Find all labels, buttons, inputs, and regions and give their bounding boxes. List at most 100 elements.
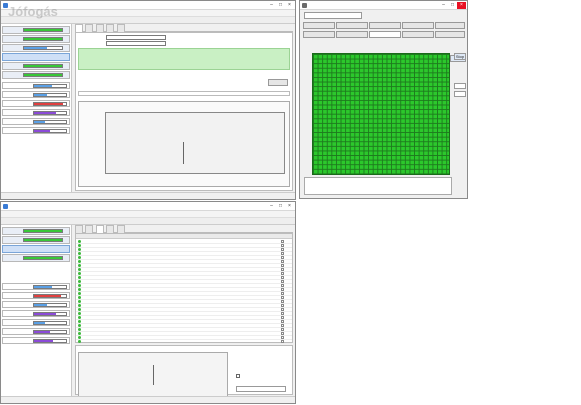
row-checkbox[interactable] bbox=[281, 320, 284, 323]
tab-smart[interactable] bbox=[95, 24, 104, 32]
row-checkbox[interactable] bbox=[281, 296, 284, 299]
row-checkbox[interactable] bbox=[281, 308, 284, 311]
row-checkbox[interactable] bbox=[281, 328, 284, 331]
row-checkbox[interactable] bbox=[281, 264, 284, 267]
row-checkbox[interactable] bbox=[281, 268, 284, 271]
volume-item[interactable] bbox=[2, 109, 70, 116]
row-checkbox[interactable] bbox=[281, 260, 284, 263]
app-icon bbox=[3, 204, 8, 209]
volume-item[interactable] bbox=[2, 82, 70, 89]
tool-button[interactable] bbox=[369, 22, 401, 29]
drive-item[interactable] bbox=[2, 26, 70, 34]
maximize-button[interactable]: □ bbox=[276, 2, 285, 9]
attribute-graph-select[interactable] bbox=[236, 386, 286, 392]
hard-disk-sentinel-window-bottom: – □ × bbox=[0, 201, 296, 404]
tool-button[interactable] bbox=[402, 22, 434, 29]
show-values-checkbox[interactable] bbox=[236, 374, 240, 378]
volume-item[interactable] bbox=[2, 337, 70, 344]
attribute-details bbox=[236, 352, 290, 372]
tab-temperature[interactable] bbox=[85, 24, 94, 32]
menu-bar bbox=[1, 211, 295, 218]
row-checkbox[interactable] bbox=[281, 288, 284, 291]
volume-item[interactable] bbox=[2, 328, 70, 335]
row-checkbox[interactable] bbox=[281, 324, 284, 327]
tab-log[interactable] bbox=[116, 24, 125, 32]
minimize-button[interactable]: – bbox=[439, 2, 448, 9]
row-checkbox[interactable] bbox=[281, 300, 284, 303]
tab-overview[interactable] bbox=[75, 225, 83, 233]
row-checkbox[interactable] bbox=[281, 276, 284, 279]
drive-item[interactable] bbox=[2, 71, 70, 79]
row-checkbox[interactable] bbox=[281, 248, 284, 251]
row-checkbox[interactable] bbox=[281, 340, 284, 343]
volume-item[interactable] bbox=[2, 310, 70, 317]
status-ok-icon bbox=[78, 284, 81, 287]
drive-item[interactable] bbox=[2, 254, 70, 262]
row-checkbox[interactable] bbox=[281, 284, 284, 287]
minimize-button[interactable]: – bbox=[267, 2, 276, 9]
volume-item[interactable] bbox=[2, 100, 70, 107]
status-ok-icon bbox=[78, 312, 81, 315]
smart-table bbox=[75, 233, 293, 344]
close-button[interactable]: × bbox=[457, 2, 466, 9]
row-checkbox[interactable] bbox=[281, 332, 284, 335]
comment-field[interactable] bbox=[78, 91, 290, 96]
minimize-button[interactable]: – bbox=[267, 203, 276, 210]
tool-button-active[interactable] bbox=[369, 31, 401, 38]
drive-item[interactable] bbox=[2, 35, 70, 43]
tool-button[interactable] bbox=[303, 22, 335, 29]
tool-button[interactable] bbox=[435, 31, 465, 38]
row-checkbox[interactable] bbox=[281, 252, 284, 255]
volume-item[interactable] bbox=[2, 292, 70, 299]
drive-item[interactable] bbox=[2, 62, 70, 70]
row-checkbox[interactable] bbox=[281, 272, 284, 275]
smart-table-header bbox=[76, 234, 292, 239]
drive-item[interactable] bbox=[2, 236, 70, 244]
row-checkbox[interactable] bbox=[281, 336, 284, 339]
tab-smart[interactable] bbox=[95, 225, 104, 233]
close-button[interactable]: × bbox=[285, 203, 294, 210]
title-bar: – □ × bbox=[1, 202, 295, 211]
close-button[interactable]: × bbox=[285, 2, 294, 9]
volume-item[interactable] bbox=[2, 127, 70, 134]
tool-button[interactable] bbox=[303, 31, 335, 38]
volume-item[interactable] bbox=[2, 283, 70, 290]
drive-select[interactable] bbox=[304, 12, 362, 19]
tab-information[interactable] bbox=[106, 24, 115, 32]
toolbar bbox=[1, 218, 295, 225]
stop-button[interactable]: Stop bbox=[454, 53, 466, 60]
smart-row[interactable] bbox=[76, 340, 292, 344]
drive-item[interactable] bbox=[2, 44, 70, 52]
tool-button[interactable] bbox=[402, 31, 434, 38]
tab-temperature[interactable] bbox=[85, 225, 94, 233]
tool-button[interactable] bbox=[336, 22, 368, 29]
drive-item-selected[interactable] bbox=[2, 245, 70, 253]
end-field[interactable] bbox=[454, 91, 466, 97]
volume-item[interactable] bbox=[2, 319, 70, 326]
tab-log[interactable] bbox=[116, 225, 125, 233]
row-checkbox[interactable] bbox=[281, 244, 284, 247]
row-checkbox[interactable] bbox=[281, 316, 284, 319]
report-button[interactable] bbox=[268, 79, 288, 86]
drive-item-selected[interactable] bbox=[2, 53, 70, 61]
row-checkbox[interactable] bbox=[281, 304, 284, 307]
row-checkbox[interactable] bbox=[281, 292, 284, 295]
tab-information[interactable] bbox=[106, 225, 115, 233]
volume-item[interactable] bbox=[2, 301, 70, 308]
status-ok-icon bbox=[78, 260, 81, 263]
start-field[interactable] bbox=[454, 83, 466, 89]
status-bar bbox=[1, 396, 295, 403]
row-checkbox[interactable] bbox=[281, 280, 284, 283]
drive-item[interactable] bbox=[2, 227, 70, 235]
maximize-button[interactable]: □ bbox=[448, 2, 457, 9]
row-checkbox[interactable] bbox=[281, 240, 284, 243]
watermark: Jófogás bbox=[8, 4, 58, 19]
tool-button[interactable] bbox=[435, 22, 465, 29]
maximize-button[interactable]: □ bbox=[276, 203, 285, 210]
row-checkbox[interactable] bbox=[281, 256, 284, 259]
tab-overview[interactable] bbox=[75, 24, 83, 32]
volume-item[interactable] bbox=[2, 118, 70, 125]
tool-button[interactable] bbox=[336, 31, 368, 38]
volume-item[interactable] bbox=[2, 91, 70, 98]
row-checkbox[interactable] bbox=[281, 312, 284, 315]
